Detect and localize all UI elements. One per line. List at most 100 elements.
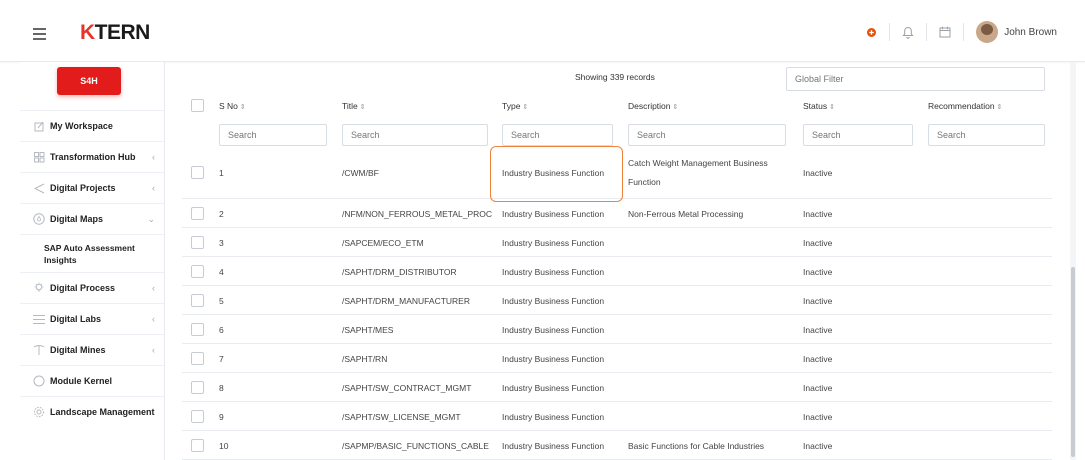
cell-sno: 3	[219, 238, 224, 248]
table-row[interactable]: 4 /SAPHT/DRM_DISTRIBUTOR Industry Busine…	[182, 257, 1052, 286]
sort-icon: ⇕	[672, 104, 679, 111]
map-icon	[33, 213, 45, 225]
top-header: KTERN John Brown	[0, 0, 1085, 62]
cell-title: /SAPHT/DRM_DISTRIBUTOR	[342, 267, 457, 277]
global-filter-input[interactable]	[786, 67, 1045, 91]
column-header-type[interactable]: Type ⇕	[502, 101, 528, 111]
sidebar-item-digital-process[interactable]: Digital Process ‹	[20, 272, 165, 303]
add-icon[interactable]	[863, 24, 879, 40]
row-checkbox[interactable]	[191, 439, 204, 452]
cell-type: Industry Business Function	[502, 354, 605, 364]
chevron-down-icon: ⌄	[147, 213, 155, 224]
cell-sno: 9	[219, 412, 224, 422]
pickaxe-icon	[33, 344, 45, 356]
table-row[interactable]: 3 /SAPCEM/ECO_ETM Industry Business Func…	[182, 228, 1052, 257]
cell-title: /SAPHT/DRM_MANUFACTURER	[342, 296, 470, 306]
row-checkbox[interactable]	[191, 236, 204, 249]
search-input-type[interactable]: Search	[502, 124, 613, 146]
cell-status: Inactive	[803, 325, 833, 335]
sidebar-item-my-workspace[interactable]: My Workspace	[20, 110, 165, 141]
chevron-left-icon: ‹	[152, 283, 155, 293]
cell-title: /SAPHT/SW_CONTRACT_MGMT	[342, 383, 472, 393]
divider	[889, 23, 891, 41]
table-row[interactable]: 7 /SAPHT/RN Industry Business Function I…	[182, 344, 1052, 373]
row-checkbox[interactable]	[191, 294, 204, 307]
avatar[interactable]	[976, 21, 999, 43]
cell-sno: 1	[219, 168, 224, 178]
search-input-sno[interactable]: Search	[219, 124, 327, 146]
sidebar-item-landscape-management[interactable]: Landscape Management	[20, 396, 165, 427]
vertical-scrollbar[interactable]	[1070, 62, 1076, 460]
sidebar-item-transformation-hub[interactable]: Transformation Hub ‹	[20, 141, 165, 172]
cell-status: Inactive	[803, 267, 833, 277]
cell-status: Inactive	[803, 412, 833, 422]
cell-title: /SAPMP/BASIC_FUNCTIONS_CABLE	[342, 441, 489, 451]
table-row[interactable]: 6 /SAPHT/MES Industry Business Function …	[182, 315, 1052, 344]
cell-type: Industry Business Function	[502, 296, 605, 306]
cell-title: /SAPHT/SW_LICENSE_MGMT	[342, 412, 461, 422]
sidebar-item-sap-auto-assessment-insights[interactable]: SAP Auto Assessment Insights	[20, 234, 165, 272]
row-checkbox[interactable]	[191, 381, 204, 394]
cell-type: Industry Business Function	[502, 209, 605, 219]
cell-type: Industry Business Function	[502, 441, 605, 451]
cell-type: Industry Business Function	[502, 238, 605, 248]
row-checkbox[interactable]	[191, 323, 204, 336]
search-input-title[interactable]: Search	[342, 124, 488, 146]
list-icon	[33, 313, 45, 325]
search-input-status[interactable]: Search	[803, 124, 913, 146]
calendar-icon[interactable]	[937, 24, 953, 40]
cell-sno: 8	[219, 383, 224, 393]
ktern-logo[interactable]: KTERN	[80, 21, 150, 45]
row-checkbox[interactable]	[191, 207, 204, 220]
sidebar-nav: My Workspace Transformation Hub ‹ Digita…	[20, 110, 165, 427]
cell-sno: 2	[219, 209, 224, 219]
sidebar-item-digital-maps[interactable]: Digital Maps ⌄	[20, 203, 165, 234]
grid-icon	[33, 151, 45, 163]
sort-icon: ⇕	[996, 104, 1003, 111]
bell-icon[interactable]	[900, 24, 916, 40]
cell-highlight	[490, 146, 623, 202]
column-header-sno[interactable]: S No ⇕	[219, 101, 246, 111]
circle-icon	[33, 375, 45, 387]
sidebar: S4H My Workspace Transformation Hub ‹ Di…	[20, 62, 165, 460]
column-header-status[interactable]: Status ⇕	[803, 101, 835, 111]
records-table: Showing 339 records S No⇕ Title⇕ Type⇕ D…	[166, 62, 1074, 460]
cell-description: Catch Weight Management Business	[628, 158, 768, 168]
cell-type: Industry Business Function	[502, 383, 605, 393]
select-all-checkbox[interactable]	[191, 99, 204, 112]
row-checkbox[interactable]	[191, 352, 204, 365]
records-count: Showing 339 records	[575, 72, 655, 82]
cell-description: Basic Functions for Cable Industries	[628, 441, 765, 451]
tenant-badge[interactable]: S4H	[57, 67, 121, 95]
user-name[interactable]: John Brown	[1004, 27, 1057, 38]
cell-description: Function	[628, 177, 661, 187]
scrollbar-thumb[interactable]	[1071, 267, 1075, 457]
table-row[interactable]: 10 /SAPMP/BASIC_FUNCTIONS_CABLE Industry…	[182, 431, 1052, 460]
column-header-recommendation[interactable]: Recommendation ⇕	[928, 101, 1003, 111]
row-checkbox[interactable]	[191, 265, 204, 278]
table-row[interactable]: 9 /SAPHT/SW_LICENSE_MGMT Industry Busine…	[182, 402, 1052, 431]
column-header-description[interactable]: Description ⇕	[628, 101, 678, 111]
cell-status: Inactive	[803, 209, 833, 219]
table-row[interactable]: 5 /SAPHT/DRM_MANUFACTURER Industry Busin…	[182, 286, 1052, 315]
cell-status: Inactive	[803, 168, 833, 178]
workspace-icon	[33, 120, 45, 132]
table-row[interactable]: 8 /SAPHT/SW_CONTRACT_MGMT Industry Busin…	[182, 373, 1052, 402]
cell-title: /SAPHT/RN	[342, 354, 388, 364]
cell-sno: 5	[219, 296, 224, 306]
divider	[963, 23, 965, 41]
search-input-description[interactable]: Search	[628, 124, 786, 146]
column-header-title[interactable]: Title ⇕	[342, 101, 366, 111]
sort-icon: ⇕	[522, 104, 529, 111]
sidebar-item-digital-mines[interactable]: Digital Mines ‹	[20, 334, 165, 365]
sidebar-item-digital-labs[interactable]: Digital Labs ‹	[20, 303, 165, 334]
menu-icon[interactable]	[33, 28, 46, 40]
sidebar-item-module-kernel[interactable]: Module Kernel	[20, 365, 165, 396]
gear-icon	[33, 406, 45, 418]
row-checkbox[interactable]	[191, 410, 204, 423]
cell-sno: 6	[219, 325, 224, 335]
table-row[interactable]: 2 /NFM/NON_FERROUS_METAL_PROC Industry B…	[182, 199, 1052, 228]
row-checkbox[interactable]	[191, 166, 204, 179]
sidebar-item-digital-projects[interactable]: Digital Projects ‹	[20, 172, 165, 203]
search-input-recommendation[interactable]: Search	[928, 124, 1045, 146]
